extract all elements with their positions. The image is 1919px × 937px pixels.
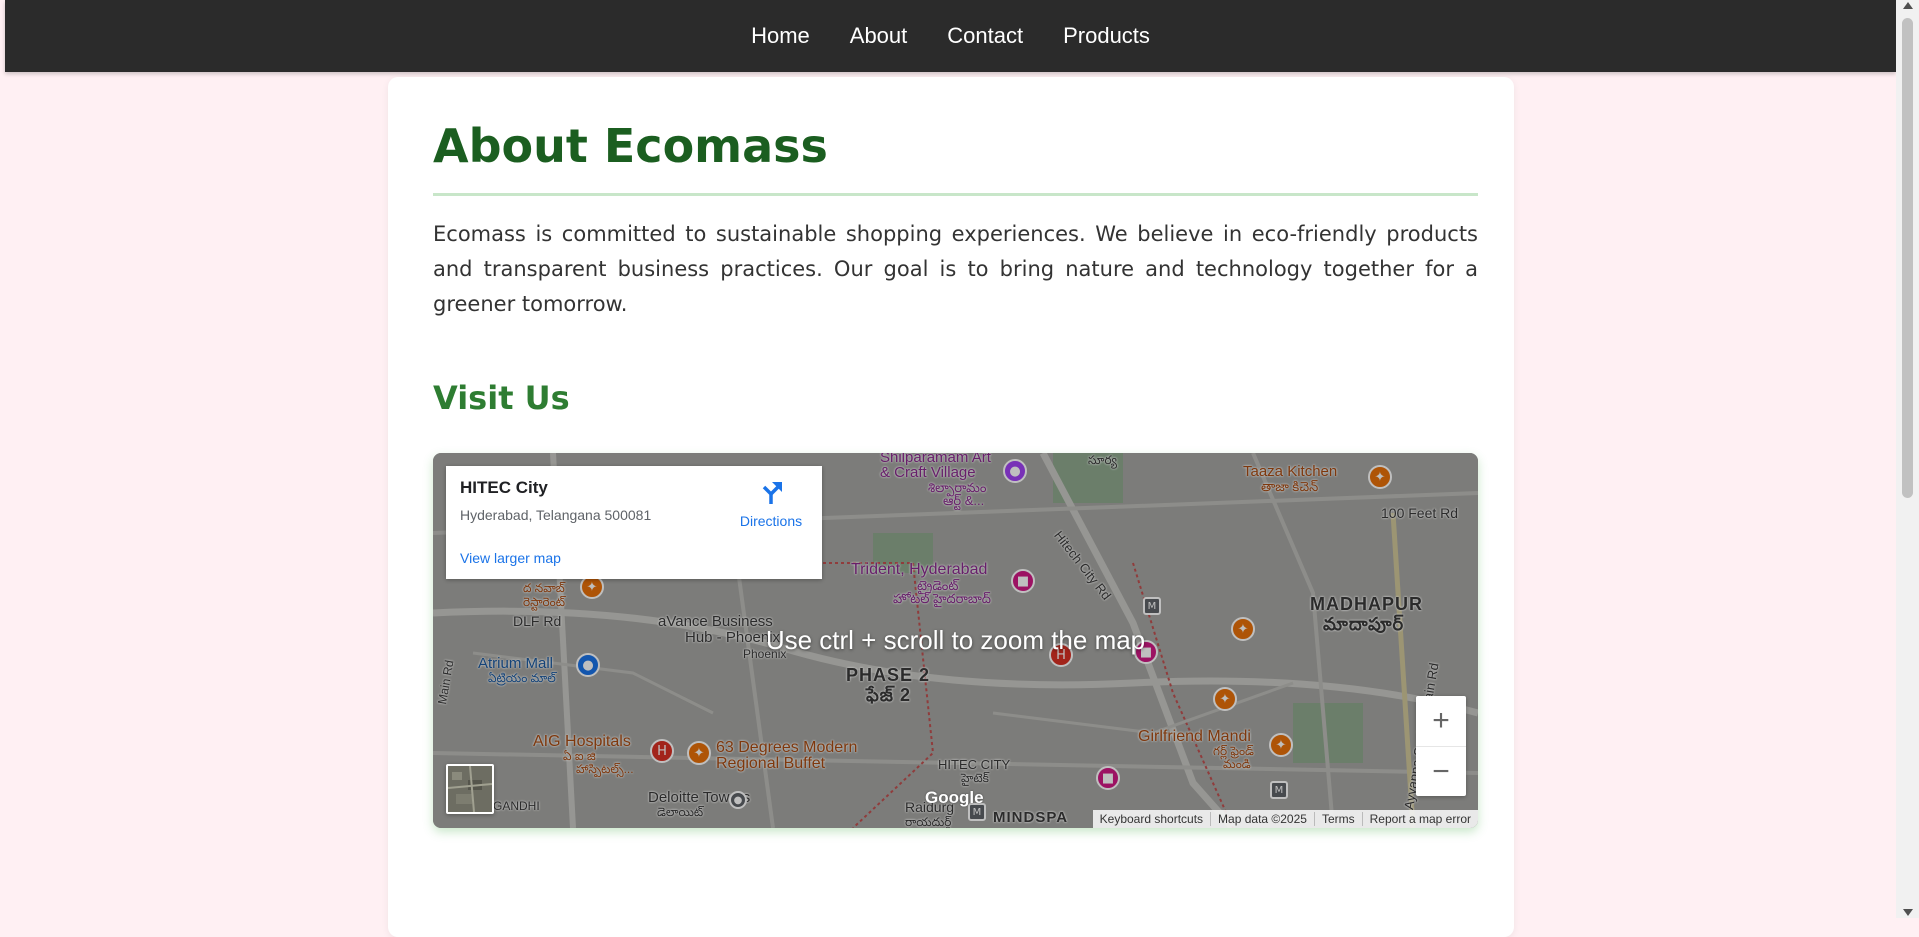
nav-link-products[interactable]: Products — [1063, 23, 1150, 49]
top-navbar: Home About Contact Products — [5, 0, 1896, 72]
map-place-name: HITEC City — [460, 478, 548, 497]
map-data-label: Map data ©2025 — [1210, 812, 1314, 826]
page: Home About Contact Products About Ecomas… — [5, 0, 1896, 937]
embedded-map[interactable]: Shilparamam Art & Craft Village శిల్పారా… — [433, 453, 1478, 828]
scroll-thumb[interactable] — [1902, 18, 1913, 498]
terms-link[interactable]: Terms — [1313, 812, 1362, 826]
directions-button[interactable]: Directions — [731, 480, 811, 529]
page-title: About Ecomass — [433, 119, 828, 173]
map-attribution-bar: Keyboard shortcuts Map data ©2025 Terms … — [1092, 810, 1478, 828]
zoom-in-button[interactable]: + — [1416, 696, 1466, 746]
nav-link-contact[interactable]: Contact — [947, 23, 1023, 49]
about-description: Ecomass is committed to sustainable shop… — [433, 222, 1478, 316]
nav-link-home[interactable]: Home — [751, 23, 810, 49]
scroll-down-arrow-icon[interactable] — [1903, 909, 1913, 916]
google-logo: Google — [925, 788, 984, 807]
map-place-address: Hyderabad, Telangana 500081 — [460, 507, 652, 523]
keyboard-shortcuts-link[interactable]: Keyboard shortcuts — [1093, 812, 1210, 826]
map-zoom-hint: Use ctrl + scroll to zoom the map — [765, 625, 1146, 655]
view-larger-map-link[interactable]: View larger map — [460, 550, 561, 566]
nav-link-about[interactable]: About — [850, 23, 908, 49]
report-error-link[interactable]: Report a map error — [1361, 812, 1478, 826]
zoom-out-button[interactable]: − — [1416, 746, 1466, 796]
page-scrollbar[interactable] — [1896, 0, 1919, 918]
satellite-thumbnail-icon — [448, 766, 492, 812]
about-card: About Ecomass Ecomass is committed to su… — [388, 77, 1514, 937]
satellite-view-toggle[interactable] — [446, 764, 494, 814]
title-divider — [433, 193, 1478, 196]
directions-label: Directions — [739, 513, 803, 529]
map-zoom-control: + − — [1416, 696, 1466, 796]
directions-icon — [762, 482, 782, 504]
scroll-up-arrow-icon[interactable] — [1903, 2, 1913, 9]
map-info-card: HITEC City Hyderabad, Telangana 500081 V… — [446, 466, 822, 579]
visit-us-heading: Visit Us — [433, 379, 570, 417]
